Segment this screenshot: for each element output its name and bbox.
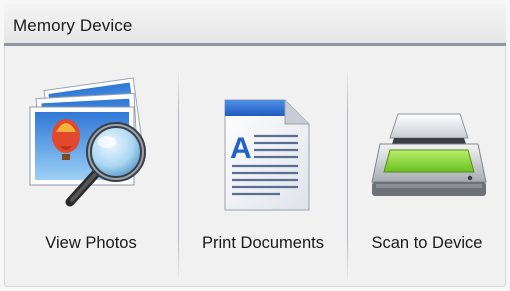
photos-magnifier-icon <box>29 77 146 207</box>
tile-divider <box>178 68 179 283</box>
title-bar: Memory Device <box>4 4 506 46</box>
document-icon: A <box>224 99 310 211</box>
print-documents-button[interactable]: A Print Documents <box>180 56 346 287</box>
scan-to-device-button[interactable]: Scan to Device <box>344 56 506 287</box>
print-documents-label: Print Documents <box>202 234 324 252</box>
view-photos-button[interactable]: View Photos <box>8 56 174 287</box>
svg-text:A: A <box>230 132 252 165</box>
view-photos-label: View Photos <box>45 234 137 252</box>
device-screen: Memory Device View Photos A Print Docume… <box>4 4 506 287</box>
page-title: Memory Device <box>13 16 133 35</box>
scanner-icon <box>371 113 487 196</box>
menu-tiles: View Photos A Print Documents Scan to De… <box>4 56 506 287</box>
scan-to-device-label: Scan to Device <box>371 234 483 252</box>
